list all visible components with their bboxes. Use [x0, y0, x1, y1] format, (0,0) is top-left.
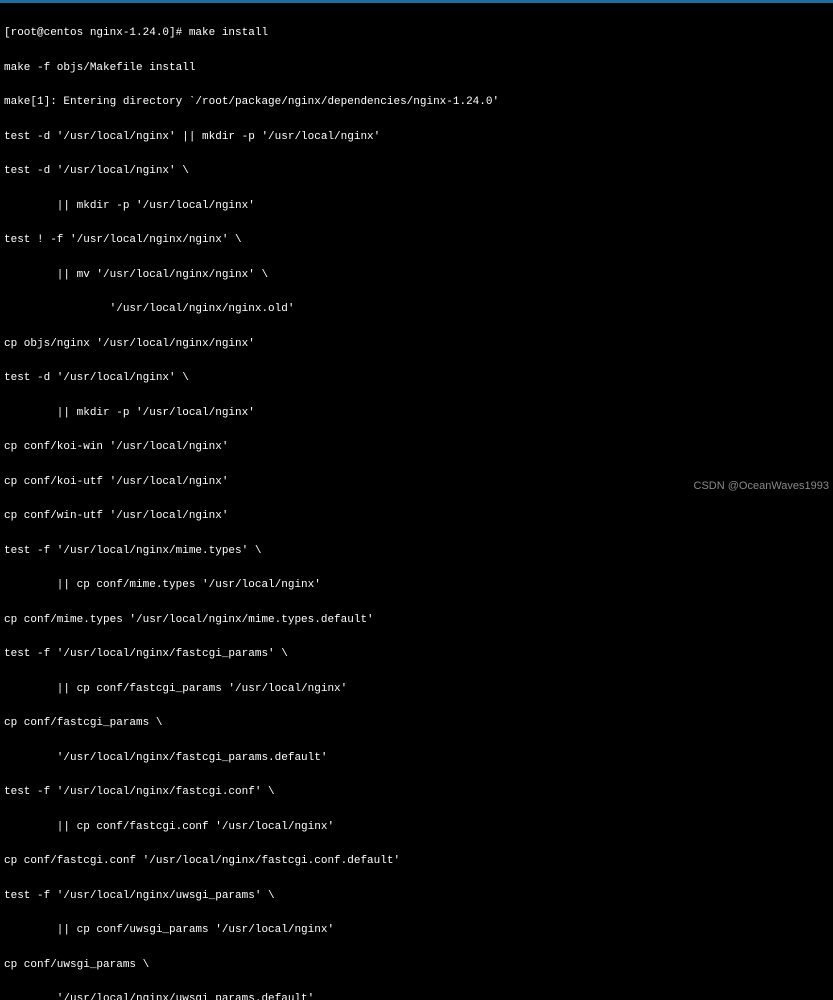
terminal-line: cp conf/koi-win '/usr/local/nginx'	[4, 442, 829, 454]
terminal-line: cp objs/nginx '/usr/local/nginx/nginx'	[4, 339, 829, 351]
terminal-line: test -f '/usr/local/nginx/fastcgi_params…	[4, 649, 829, 661]
terminal-line: test -d '/usr/local/nginx' \	[4, 373, 829, 385]
terminal-line: test -f '/usr/local/nginx/uwsgi_params' …	[4, 891, 829, 903]
terminal-line: || cp conf/fastcgi.conf '/usr/local/ngin…	[4, 822, 829, 834]
terminal-line: cp conf/fastcgi.conf '/usr/local/nginx/f…	[4, 856, 829, 868]
terminal-output[interactable]: [root@centos nginx-1.24.0]# make install…	[0, 3, 833, 1000]
terminal-line: || mv '/usr/local/nginx/nginx' \	[4, 270, 829, 282]
terminal-line: cp conf/fastcgi_params \	[4, 718, 829, 730]
terminal-line: || cp conf/mime.types '/usr/local/nginx'	[4, 580, 829, 592]
terminal-line: test -f '/usr/local/nginx/mime.types' \	[4, 546, 829, 558]
terminal-line: || mkdir -p '/usr/local/nginx'	[4, 408, 829, 420]
terminal-line: '/usr/local/nginx/nginx.old'	[4, 304, 829, 316]
terminal-line: cp conf/win-utf '/usr/local/nginx'	[4, 511, 829, 523]
terminal-line: || cp conf/uwsgi_params '/usr/local/ngin…	[4, 925, 829, 937]
terminal-line: || cp conf/fastcgi_params '/usr/local/ng…	[4, 684, 829, 696]
terminal-line: test -d '/usr/local/nginx' || mkdir -p '…	[4, 132, 829, 144]
terminal-line: cp conf/uwsgi_params \	[4, 960, 829, 972]
terminal-line: [root@centos nginx-1.24.0]# make install	[4, 28, 829, 40]
watermark: CSDN @OceanWaves1993	[694, 481, 829, 493]
terminal-line: test -d '/usr/local/nginx' \	[4, 166, 829, 178]
terminal-line: '/usr/local/nginx/uwsgi_params.default'	[4, 994, 829, 1000]
terminal-line: cp conf/mime.types '/usr/local/nginx/mim…	[4, 615, 829, 627]
terminal-line: '/usr/local/nginx/fastcgi_params.default…	[4, 753, 829, 765]
terminal-line: test ! -f '/usr/local/nginx/nginx' \	[4, 235, 829, 247]
terminal-line: test -f '/usr/local/nginx/fastcgi.conf' …	[4, 787, 829, 799]
terminal-line: make -f objs/Makefile install	[4, 63, 829, 75]
terminal-line: || mkdir -p '/usr/local/nginx'	[4, 201, 829, 213]
terminal-line: make[1]: Entering directory `/root/packa…	[4, 97, 829, 109]
